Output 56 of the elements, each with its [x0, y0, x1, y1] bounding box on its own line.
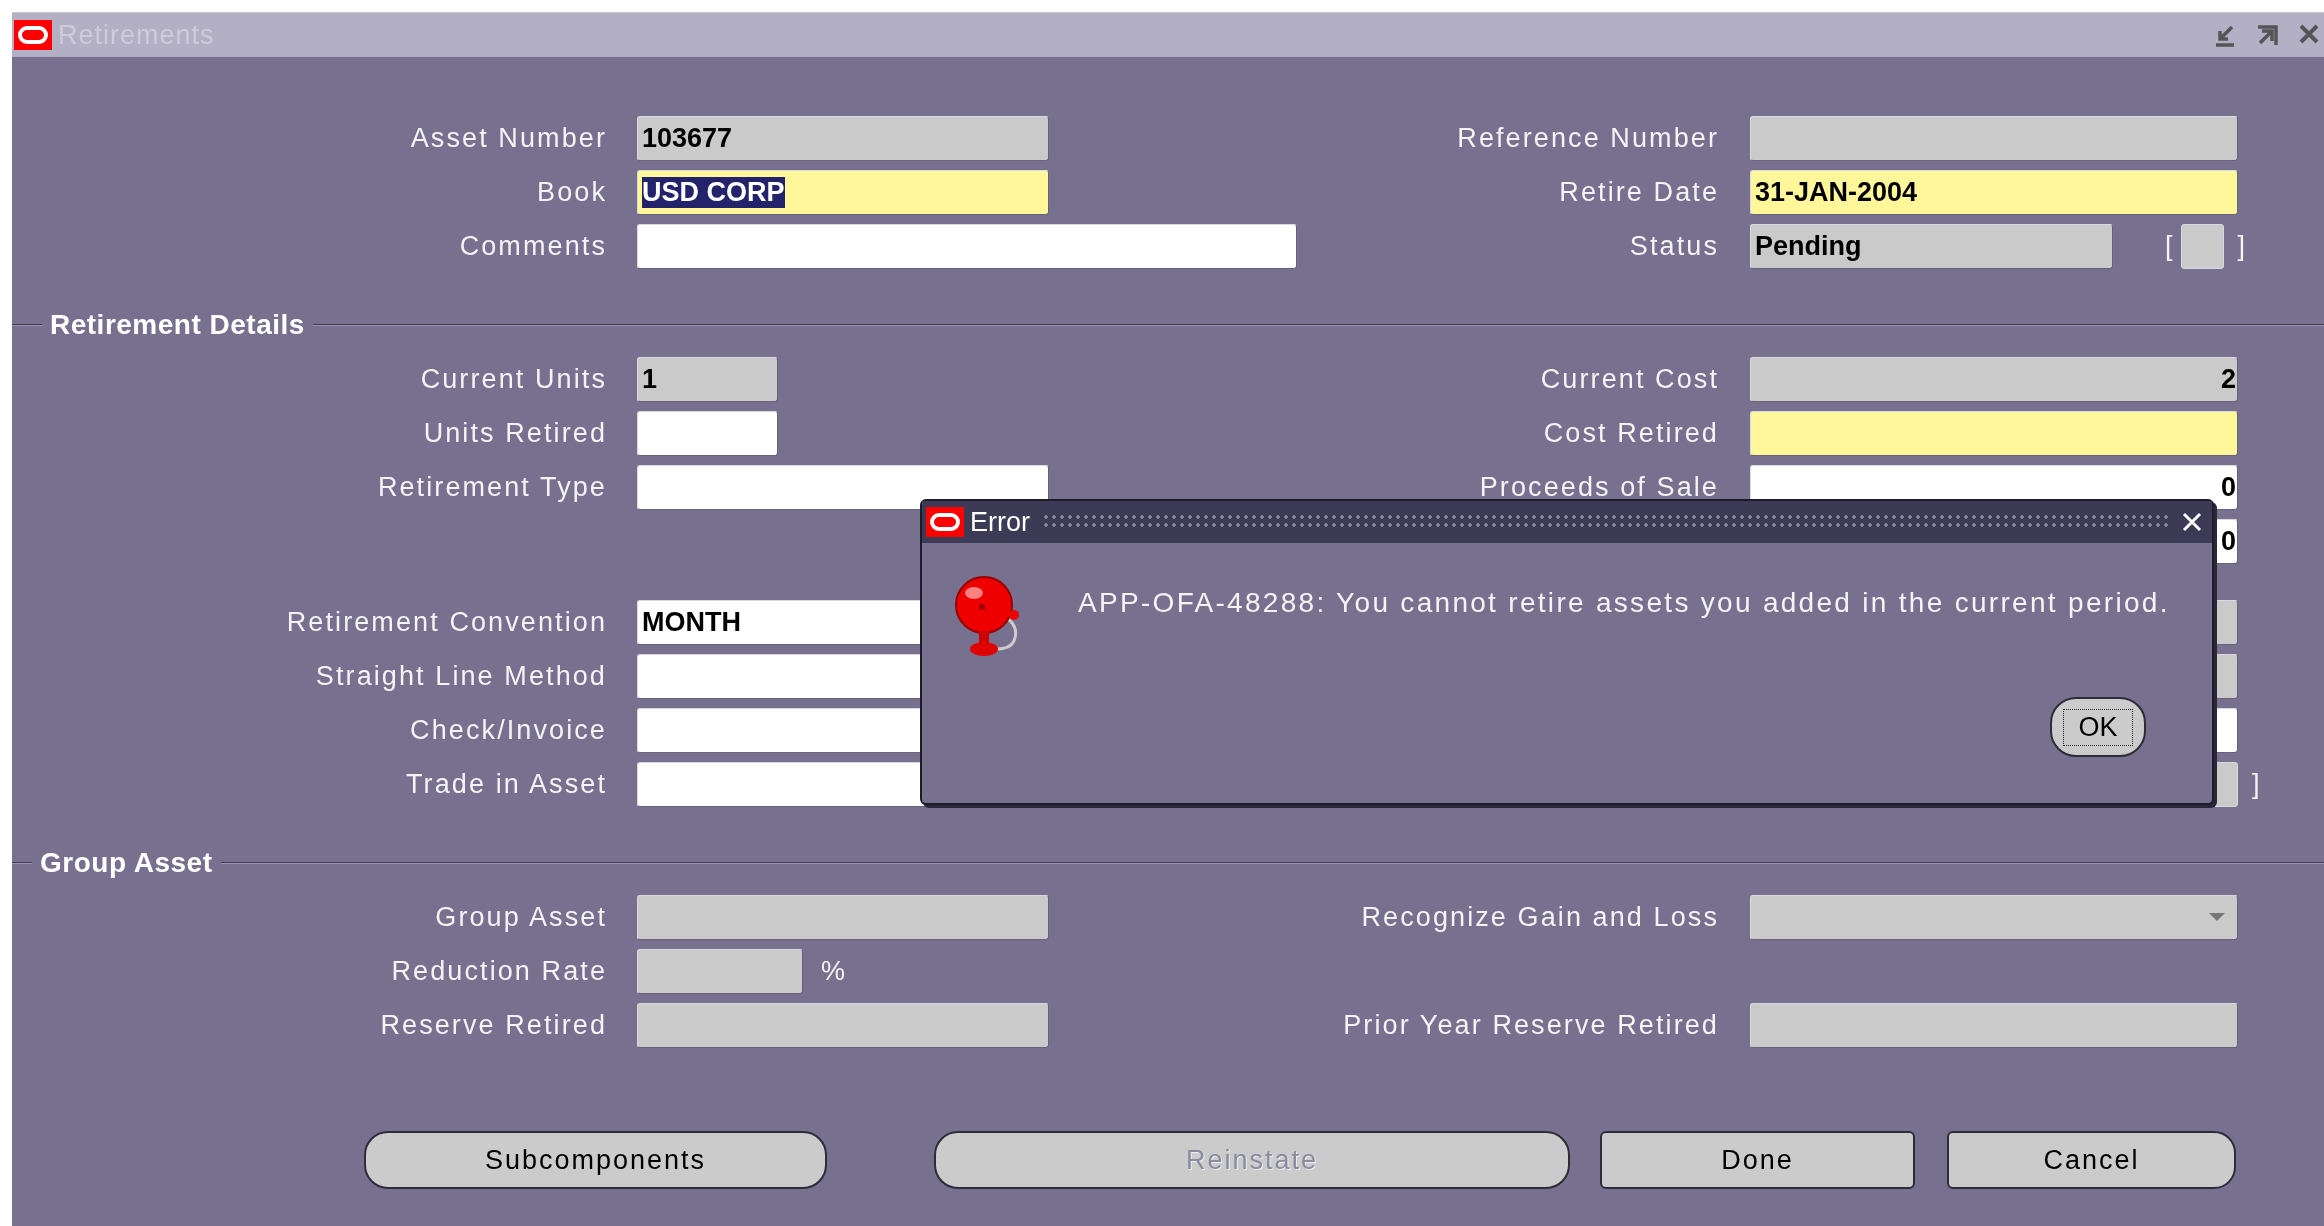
- text-field[interactable]: [637, 410, 778, 456]
- oracle-logo-icon: [14, 20, 52, 50]
- text-field[interactable]: [637, 894, 1049, 940]
- field-label: Retirement Type: [377, 471, 607, 503]
- field-label: Units Retired: [423, 417, 607, 449]
- dropdown-field[interactable]: [1750, 894, 2238, 940]
- text-field[interactable]: Pending: [1750, 223, 2113, 269]
- text-field[interactable]: 103677: [637, 115, 1049, 161]
- text-field[interactable]: 31-JAN-2004: [1750, 169, 2238, 215]
- field-label: Cost Retired: [1543, 417, 1719, 449]
- field-label: Comments: [459, 230, 607, 262]
- oracle-logo-icon: [926, 507, 964, 537]
- action-button[interactable]: Subcomponents: [364, 1131, 827, 1189]
- bracket: ]: [2237, 230, 2246, 262]
- text-field[interactable]: [1750, 1002, 2238, 1048]
- text-field[interactable]: USD CORP: [637, 169, 1049, 215]
- bracket: [: [2165, 230, 2173, 262]
- maximize-icon[interactable]: [2256, 23, 2278, 47]
- text-field[interactable]: [1750, 115, 2238, 161]
- text-field[interactable]: [637, 948, 803, 994]
- field-label: Current Cost: [1540, 363, 1719, 395]
- minimize-icon[interactable]: [2214, 23, 2236, 47]
- text-field[interactable]: 1: [637, 356, 778, 402]
- field-label: Reference Number: [1457, 122, 1719, 154]
- field-label: Trade in Asset: [406, 768, 607, 800]
- section-title: Group Asset: [39, 847, 214, 879]
- action-button[interactable]: Cancel: [1947, 1131, 2236, 1189]
- field-label: Reduction Rate: [391, 955, 607, 987]
- field-label: Prior Year Reserve Retired: [1343, 1009, 1719, 1041]
- field-label: Check/Invoice: [410, 714, 607, 746]
- field-label: Retirement Convention: [286, 606, 607, 638]
- action-button[interactable]: Done: [1600, 1131, 1915, 1189]
- dialog-title: Error: [970, 506, 1030, 538]
- flexfield-box[interactable]: [2180, 223, 2224, 269]
- text-field[interactable]: [637, 223, 1297, 269]
- field-label: Current Units: [420, 363, 607, 395]
- field-label: Recognize Gain and Loss: [1361, 901, 1719, 933]
- field-label: Reserve Retired: [380, 1009, 607, 1041]
- field-label: Status: [1629, 230, 1719, 262]
- field-label: Retire Date: [1559, 176, 1719, 208]
- percent-sign: %: [821, 955, 845, 987]
- field-label: Book: [537, 176, 607, 208]
- number-field[interactable]: 2: [1750, 356, 2238, 402]
- field-label: Group Asset: [435, 901, 607, 933]
- section-title: Retirement Details: [49, 309, 306, 341]
- field-label: Straight Line Method: [315, 660, 607, 692]
- ok-button[interactable]: OK: [2050, 697, 2146, 757]
- bracket: ]: [2252, 768, 2260, 800]
- field-label: Proceeds of Sale: [1479, 471, 1719, 503]
- text-field[interactable]: [637, 464, 1049, 510]
- number-field[interactable]: [1750, 410, 2238, 456]
- error-message: APP-OFA-48288: You cannot retire assets you added in the current period.: [1078, 587, 2170, 619]
- text-field[interactable]: [637, 1002, 1049, 1048]
- close-icon[interactable]: [2182, 512, 2202, 532]
- caret-icon: [2209, 913, 2225, 921]
- field-label: Asset Number: [410, 122, 607, 154]
